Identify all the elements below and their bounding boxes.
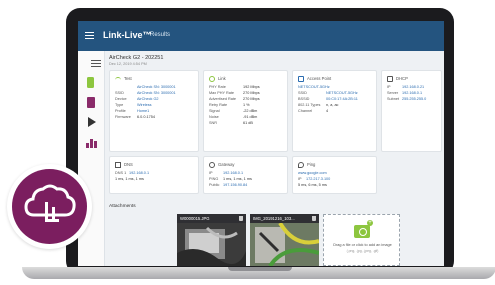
card-link: Link PHY Rate 192 Mbps Max PHY Rate 270 Mb…	[203, 70, 288, 152]
sidebar-item-results[interactable]	[83, 57, 101, 71]
card-row: Public 197.156.90.84	[209, 183, 248, 187]
card-ping: Ping www.google.com IP 172.217.3.100 5 ms…	[292, 156, 377, 194]
card-row: SNR 61 dB	[209, 121, 253, 125]
wifi-icon	[115, 76, 121, 81]
sidebar-item-analytics[interactable]	[83, 136, 100, 150]
attachments-title: Attachments	[109, 204, 136, 209]
card-title: Link	[218, 76, 226, 81]
trash-icon[interactable]	[312, 216, 316, 221]
card-title: Gateway	[218, 162, 235, 167]
test-title: AirCheck G2 - 202251	[109, 55, 164, 61]
laptop-notch	[228, 267, 292, 271]
gateway-icon	[209, 161, 215, 168]
card-dns: DNS DNS 1 192.168.0.1 1 ms, 1 ms, 1 ms	[109, 156, 199, 194]
attachment-image	[177, 223, 246, 266]
card-title: DHCP	[396, 76, 408, 81]
app-header: Link-Live™ Results	[78, 21, 444, 51]
attachment-thumbnail[interactable]: IMG_20191216_103...	[250, 214, 319, 266]
card-access-point: Access Point NETSCOUT-5GHz SSID NETSCOUT-…	[292, 70, 377, 152]
app-title: Link-Live™	[103, 30, 152, 40]
card-row: Firmware 6.0.0.1754	[115, 115, 155, 119]
card-dhcp: DHCP IP 192.168.0.21 Server 192.168.0.1 Su…	[381, 70, 442, 152]
card-title: Access Point	[307, 76, 332, 81]
card-row: Subnet 255.255.255.0	[387, 97, 427, 101]
attachment-name: W0000015.JPG	[180, 216, 210, 221]
card-title: Ping	[307, 162, 316, 167]
upload-file-types: (.png, .jpg, .jpeg, .gif)	[346, 249, 379, 253]
play-icon	[88, 117, 96, 127]
dns-icon	[115, 161, 121, 168]
sidebar-item-tests[interactable]	[83, 116, 100, 130]
app-screen: Link-Live™ Results AirCheck G2 - 202251 …	[78, 21, 444, 266]
cloud-logo-icon	[12, 169, 87, 244]
upload-instructions: Drag a file or click to add an image	[333, 243, 392, 247]
attachment-image	[250, 223, 319, 266]
card-row: 1 ms, 1 ms, 1 ms	[115, 177, 144, 181]
access-point-icon	[298, 75, 304, 82]
add-image-icon	[354, 220, 373, 238]
ping-icon	[298, 161, 304, 168]
phone-icon	[87, 77, 94, 88]
section-title: Results	[150, 32, 171, 38]
chart-icon	[86, 138, 97, 148]
card-title: Test	[124, 76, 132, 81]
menu-icon[interactable]	[85, 32, 94, 39]
document-icon	[87, 97, 95, 108]
card-gateway: Gateway IP 192.168.0.1 PING 1 ms, 1 ms, 1 …	[203, 156, 288, 194]
card-row: Channel 4	[298, 109, 329, 113]
attachment-name: IMG_20191216_103...	[253, 216, 295, 221]
trash-icon[interactable]	[239, 216, 243, 221]
attachment-thumbnail[interactable]: W0000015.JPG	[177, 214, 246, 266]
card-row: 5 ms, 6 ms, 5 ms	[298, 183, 327, 187]
link-icon	[209, 75, 215, 82]
sidebar-item-devices[interactable]	[83, 76, 100, 90]
test-date: Dec 12, 2019 4:54 PM	[109, 62, 147, 66]
sidebar-item-reports[interactable]	[83, 96, 100, 110]
results-content: AirCheck G2 - 202251 Dec 12, 2019 4:54 P…	[105, 51, 444, 266]
card-title: DNS	[124, 162, 133, 167]
card-test: Test AirCheck SN: 3000001 SSID AirCheck S…	[109, 70, 199, 152]
list-icon	[91, 60, 101, 67]
upload-dropzone[interactable]: Drag a file or click to add an image (.p…	[323, 214, 400, 266]
dhcp-icon	[387, 75, 393, 82]
